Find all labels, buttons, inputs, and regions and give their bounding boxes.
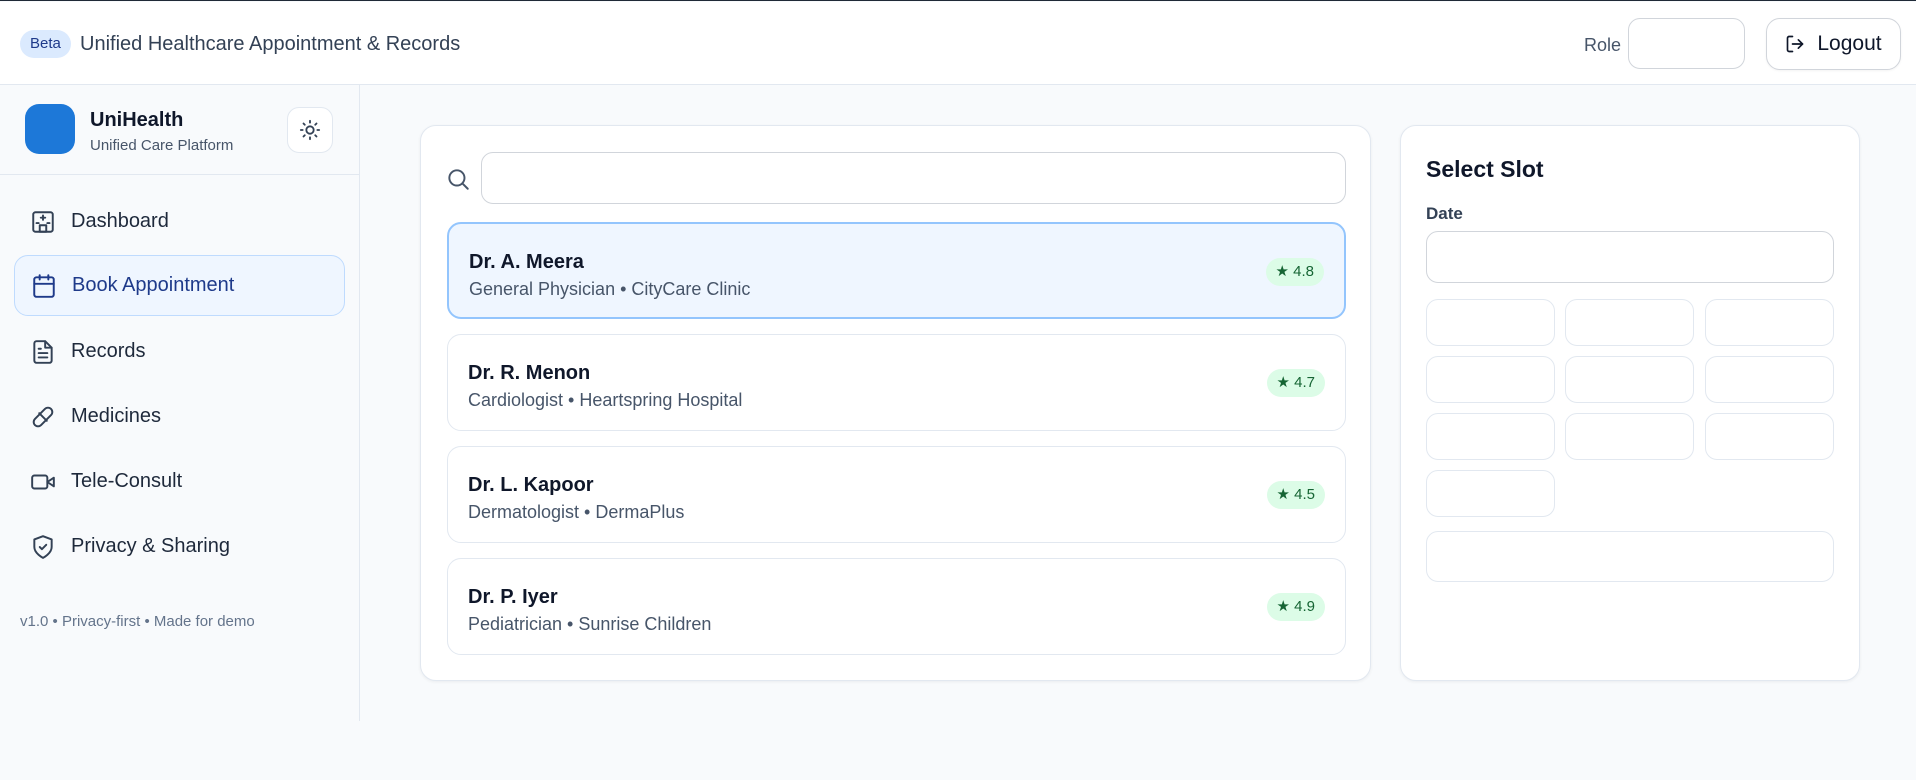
sidebar-item-book-appointment[interactable]: Book Appointment [14, 255, 345, 316]
doctor-name: Dr. L. Kapoor [468, 474, 594, 496]
time-slot-button[interactable] [1426, 470, 1555, 517]
logout-button[interactable]: Logout [1766, 18, 1901, 70]
time-slot-button[interactable] [1426, 299, 1555, 346]
time-slot-button[interactable] [1705, 356, 1834, 403]
time-slot-button[interactable] [1565, 413, 1694, 460]
date-input[interactable] [1426, 231, 1834, 283]
date-label: Date [1426, 204, 1463, 223]
time-slot-button[interactable] [1565, 356, 1694, 403]
doctor-card-kapoor[interactable]: Dr. L. Kapoor Dermatologist • DermaPlus … [447, 446, 1346, 543]
sidebar-item-records[interactable]: Records [14, 321, 345, 382]
rating-badge: ★ 4.7 [1266, 369, 1325, 397]
doctor-name: Dr. P. Iyer [468, 586, 558, 608]
rating-badge: ★ 4.8 [1265, 258, 1324, 286]
time-slot-button[interactable] [1565, 299, 1694, 346]
doctor-specialty: Pediatrician • Sunrise Children [468, 614, 712, 634]
doctor-specialty: Cardiologist • Heartspring Hospital [468, 390, 743, 410]
sidebar-item-dashboard[interactable]: Dashboard [14, 191, 345, 252]
logout-label: Logout [1817, 32, 1882, 55]
doctor-card-menon[interactable]: Dr. R. Menon Cardiologist • Heartspring … [447, 334, 1346, 431]
rating-badge: ★ 4.9 [1266, 593, 1325, 621]
role-select[interactable] [1628, 18, 1745, 69]
brand-block: UniHealth Unified Care Platform [0, 85, 359, 175]
sidebar-item-label: Tele-Consult [71, 470, 183, 492]
sidebar-item-label: Book Appointment [72, 274, 235, 296]
sidebar-item-privacy-sharing[interactable]: Privacy & Sharing [14, 516, 345, 577]
doctor-card-meera[interactable]: Dr. A. Meera General Physician • CityCar… [447, 222, 1346, 319]
sidebar-item-label: Records [71, 340, 146, 362]
shield-check-icon [30, 534, 56, 560]
sidebar-footer: v1.0 • Privacy-first • Made for demo [20, 613, 255, 630]
doctor-card-iyer[interactable]: Dr. P. Iyer Pediatrician • Sunrise Child… [447, 558, 1346, 655]
time-slot-button[interactable] [1426, 356, 1555, 403]
brand-name: UniHealth [90, 109, 184, 131]
slot-panel: Select Slot Date [1400, 125, 1860, 681]
sidebar-item-label: Medicines [71, 405, 162, 427]
doctor-list-panel: Dr. A. Meera General Physician • CityCar… [420, 125, 1371, 681]
time-slot-button[interactable] [1705, 299, 1834, 346]
time-slot-button[interactable] [1705, 413, 1834, 460]
brand-subtitle: Unified Care Platform [90, 137, 234, 154]
app-title: Unified Healthcare Appointment & Records [80, 33, 461, 55]
sidebar-item-label: Privacy & Sharing [71, 535, 230, 557]
video-icon [30, 469, 56, 495]
sun-icon [299, 119, 321, 141]
top-bar: Beta Unified Healthcare Appointment & Re… [0, 2, 1916, 85]
sidebar-item-label: Dashboard [71, 210, 169, 232]
pill-icon [30, 404, 56, 430]
sidebar-item-medicines[interactable]: Medicines [14, 386, 345, 447]
document-icon [30, 339, 56, 365]
logout-icon [1785, 34, 1805, 54]
doctor-specialty: Dermatologist • DermaPlus [468, 502, 685, 522]
calendar-icon [31, 273, 57, 299]
role-label: Role [1584, 35, 1622, 55]
confirm-booking-button[interactable] [1426, 531, 1834, 582]
beta-badge: Beta [20, 30, 71, 58]
doctor-specialty: General Physician • CityCare Clinic [469, 279, 751, 299]
brand-logo [25, 104, 75, 154]
sidebar: UniHealth Unified Care Platform Dashboar… [0, 85, 360, 721]
hospital-icon [30, 209, 56, 235]
sidebar-item-tele-consult[interactable]: Tele-Consult [14, 451, 345, 512]
slot-panel-title: Select Slot [1426, 156, 1544, 182]
doctor-name: Dr. R. Menon [468, 362, 591, 384]
doctor-name: Dr. A. Meera [469, 251, 584, 273]
time-slot-button[interactable] [1426, 413, 1555, 460]
search-icon [445, 166, 471, 192]
rating-badge: ★ 4.5 [1266, 481, 1325, 509]
theme-toggle-button[interactable] [287, 107, 333, 153]
doctor-search-input[interactable] [481, 152, 1346, 204]
